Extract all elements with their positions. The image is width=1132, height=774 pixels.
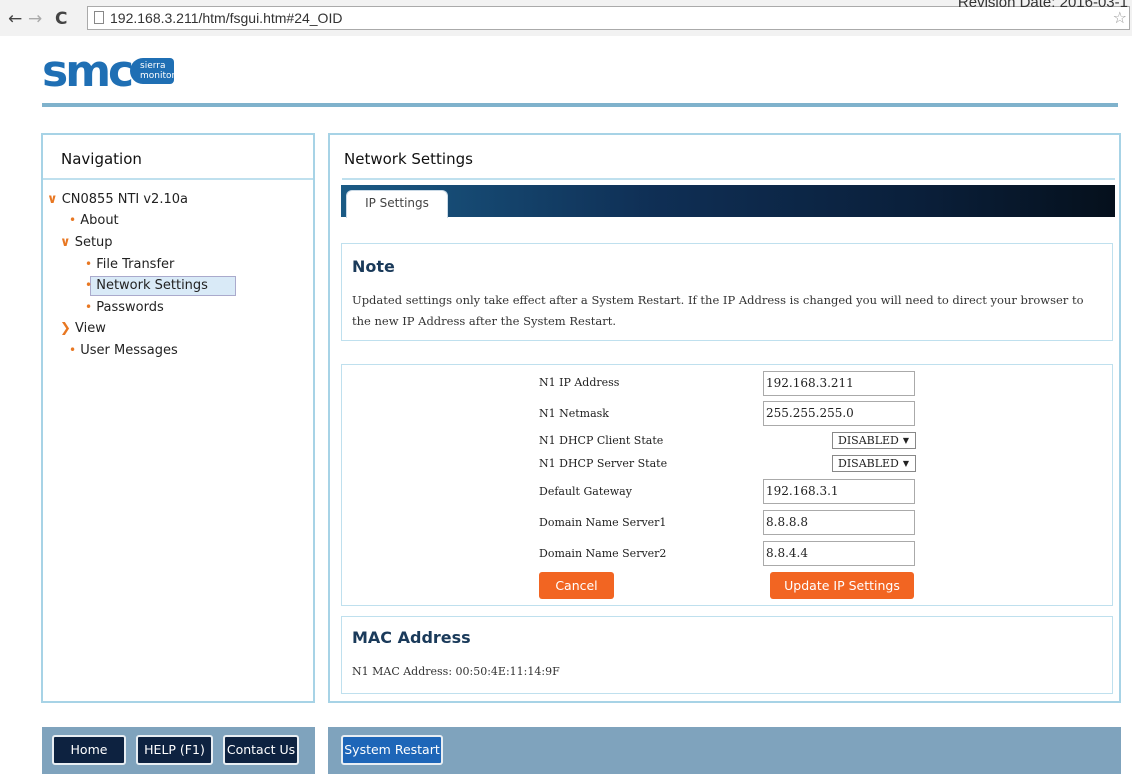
- tree-item-file-transfer[interactable]: • File Transfer: [85, 257, 174, 272]
- dropdown-arrow-icon: ▼: [902, 436, 909, 445]
- tree-item-label: About: [80, 213, 119, 228]
- dns2-input[interactable]: 8.8.4.4: [763, 541, 915, 566]
- logo-badge-line1: sierra: [140, 61, 166, 71]
- dhcp-client-label: N1 DHCP Client State: [539, 434, 664, 447]
- bullet-icon: •: [85, 278, 93, 292]
- tab-ip-settings[interactable]: IP Settings: [346, 190, 448, 218]
- netmask-input[interactable]: 255.255.255.0: [763, 401, 915, 426]
- back-button[interactable]: ←: [8, 9, 22, 29]
- bullet-icon: •: [69, 213, 77, 227]
- tree-item-passwords[interactable]: • Passwords: [85, 300, 164, 315]
- tree-item-label: Passwords: [96, 300, 164, 315]
- dns2-label: Domain Name Server2: [539, 547, 667, 560]
- dhcp-server-select[interactable]: DISABLED ▼: [832, 455, 916, 472]
- navigation-title: Navigation: [61, 150, 142, 168]
- bullet-icon: •: [85, 257, 93, 271]
- system-restart-button[interactable]: System Restart: [341, 735, 443, 765]
- ip-address-input[interactable]: 192.168.3.211: [763, 371, 915, 396]
- bullet-icon: •: [85, 300, 93, 314]
- logo-wordmark: smc: [42, 46, 134, 97]
- page-title: Network Settings: [344, 150, 473, 168]
- dns1-label: Domain Name Server1: [539, 516, 667, 529]
- chevron-right-icon: ❯: [60, 321, 71, 336]
- mac-address-value: N1 MAC Address: 00:50:4E:11:14:9F: [352, 665, 560, 678]
- logo-badge-line2: monitor: [140, 71, 176, 81]
- home-button[interactable]: Home: [52, 735, 126, 765]
- contact-us-button[interactable]: Contact Us: [223, 735, 299, 765]
- dropdown-arrow-icon: ▼: [902, 459, 909, 468]
- dhcp-client-value: DISABLED: [838, 434, 899, 447]
- logo-badge: sierra monitor: [130, 58, 176, 84]
- tree-item-about[interactable]: • About: [69, 213, 119, 228]
- tree-item-user-messages[interactable]: • User Messages: [69, 343, 178, 358]
- title-divider: [342, 178, 1115, 180]
- main-panel: Network Settings IP Settings Note Update…: [328, 133, 1121, 703]
- note-title: Note: [352, 257, 395, 276]
- navigation-divider: [43, 178, 313, 180]
- dns1-input[interactable]: 8.8.8.8: [763, 510, 915, 535]
- dhcp-server-label: N1 DHCP Server State: [539, 457, 668, 470]
- netmask-label: N1 Netmask: [539, 407, 609, 420]
- gateway-input[interactable]: 192.168.3.1: [763, 479, 915, 504]
- tree-item-setup[interactable]: ∨ Setup: [60, 235, 113, 250]
- tree-item-label: Network Settings: [96, 278, 208, 293]
- help-button[interactable]: HELP (F1): [136, 735, 213, 765]
- mac-address-title: MAC Address: [352, 628, 471, 647]
- tab-bar: IP Settings: [341, 185, 1115, 218]
- forward-button[interactable]: →: [28, 9, 42, 29]
- revision-date-text: Revision Date: 2016-03-1: [957, 0, 1128, 11]
- chevron-down-icon: ∨: [47, 192, 58, 207]
- tree-item-label: CN0855 NTI v2.10a: [61, 192, 188, 207]
- navigation-panel: Navigation ∨ CN0855 NTI v2.10a • About ∨…: [41, 133, 315, 703]
- dhcp-server-value: DISABLED: [838, 457, 899, 470]
- tree-item-network-settings[interactable]: • Network Settings: [85, 278, 208, 293]
- page-icon: [94, 11, 104, 24]
- tree-item-view[interactable]: ❯ View: [60, 321, 106, 336]
- tree-item-label: View: [75, 321, 106, 336]
- update-ip-settings-button[interactable]: Update IP Settings: [770, 572, 914, 599]
- note-text: Updated settings only take effect after …: [352, 293, 1084, 328]
- ip-address-label: N1 IP Address: [539, 376, 620, 389]
- tree-item-cn0855[interactable]: ∨ CN0855 NTI v2.10a: [47, 192, 188, 207]
- mac-address-box: MAC Address N1 MAC Address: 00:50:4E:11:…: [341, 616, 1113, 694]
- bullet-icon: •: [69, 343, 77, 357]
- cancel-button[interactable]: Cancel: [539, 572, 614, 599]
- smc-logo: smc sierra monitor: [42, 46, 175, 97]
- gateway-label: Default Gateway: [539, 485, 632, 498]
- footer-left-bar: Home HELP (F1) Contact Us: [42, 727, 315, 774]
- footer-right-bar: System Restart: [328, 727, 1121, 774]
- url-text: 192.168.3.211/htm/fsgui.htm#24_OID: [110, 10, 343, 26]
- header-divider: [42, 103, 1118, 107]
- tree-item-label: User Messages: [80, 343, 178, 358]
- note-box: Note Updated settings only take effect a…: [341, 243, 1113, 341]
- ip-settings-form: N1 IP Address 192.168.3.211 N1 Netmask 2…: [341, 364, 1113, 606]
- dhcp-client-select[interactable]: DISABLED ▼: [832, 432, 916, 449]
- tree-item-label: Setup: [74, 235, 113, 250]
- chevron-down-icon: ∨: [60, 235, 71, 250]
- reload-button[interactable]: C: [55, 9, 67, 29]
- tree-item-label: File Transfer: [96, 257, 175, 272]
